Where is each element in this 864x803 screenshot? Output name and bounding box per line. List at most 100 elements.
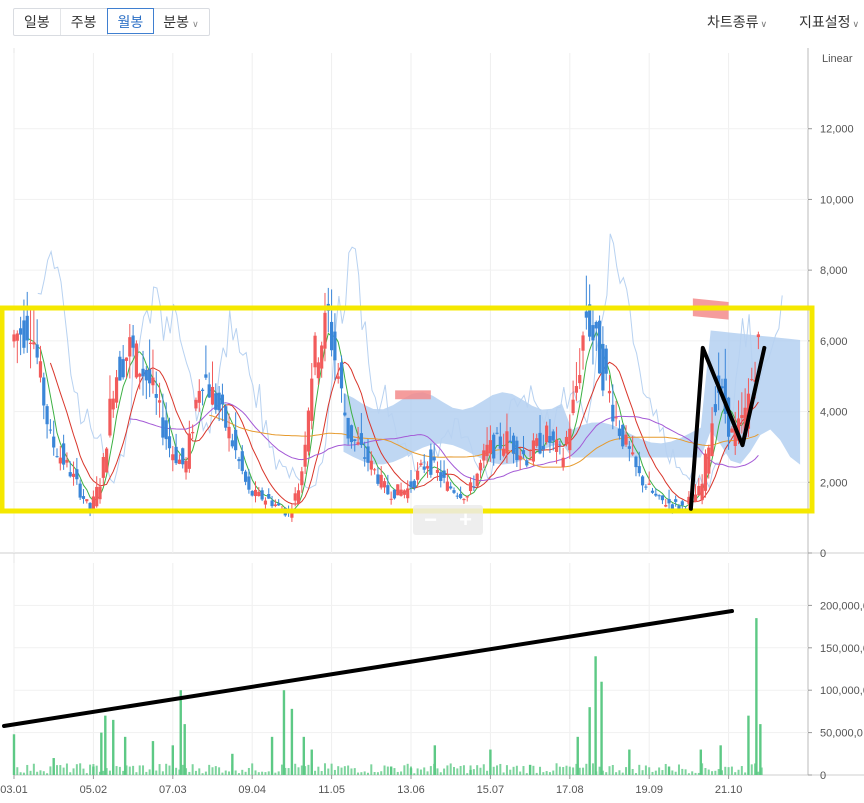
candle-body bbox=[303, 444, 307, 467]
candle-body bbox=[184, 460, 188, 473]
candle-body bbox=[492, 434, 496, 459]
candle-body bbox=[62, 443, 66, 465]
candle-body bbox=[667, 498, 671, 504]
volume-bar-minor bbox=[396, 771, 399, 775]
zoom-in-button[interactable]: + bbox=[448, 505, 483, 535]
volume-bar-minor bbox=[459, 765, 462, 775]
volume-bar-minor bbox=[648, 767, 651, 775]
volume-bar-minor bbox=[161, 771, 164, 775]
candle-body bbox=[366, 446, 370, 463]
volume-bar-minor bbox=[472, 769, 475, 775]
volume-bar-minor bbox=[357, 772, 360, 775]
volume-bar-minor bbox=[307, 764, 310, 775]
volume-bar-minor bbox=[757, 771, 760, 775]
volume-bar-minor bbox=[271, 770, 274, 775]
volume-bar bbox=[759, 724, 762, 775]
price-volume-chart[interactable]: 03.01 05.02 07.03 09.04 11.05 13.06 15.07 17.08… bbox=[0, 0, 864, 803]
volume-bar-minor bbox=[294, 763, 297, 775]
volume-bar-minor bbox=[545, 771, 548, 775]
candle-body bbox=[247, 476, 251, 490]
volume-bar-minor bbox=[393, 768, 396, 775]
candle-body bbox=[217, 392, 221, 411]
volume-bar-minor bbox=[625, 767, 628, 775]
candle-body bbox=[141, 368, 145, 377]
candle-body bbox=[237, 459, 241, 462]
volume-bar bbox=[270, 736, 274, 775]
volume-bar-minor bbox=[337, 766, 340, 775]
volume-bar-minor bbox=[72, 768, 75, 775]
candle-body bbox=[607, 390, 612, 394]
candle-body bbox=[617, 428, 622, 436]
volume-bar-minor bbox=[502, 772, 505, 775]
candle-body bbox=[545, 425, 549, 443]
candle-body bbox=[621, 424, 625, 447]
candle-body bbox=[98, 486, 102, 500]
volume-bar bbox=[104, 715, 107, 775]
volume-bar-minor bbox=[69, 772, 72, 775]
volume-bar-minor bbox=[317, 766, 320, 775]
candle-body bbox=[637, 466, 641, 474]
candle-body bbox=[657, 495, 661, 497]
candle-body bbox=[571, 399, 575, 414]
candle-body bbox=[597, 320, 602, 374]
volume-bar-minor bbox=[512, 766, 515, 775]
tab-monthly[interactable]: 월봉 bbox=[106, 8, 155, 34]
volume-bar-minor bbox=[492, 766, 495, 775]
candle-body bbox=[535, 438, 539, 446]
candle-body bbox=[310, 378, 314, 421]
volume-bar-minor bbox=[168, 765, 171, 775]
candle-body bbox=[164, 420, 168, 440]
candle-body bbox=[151, 377, 155, 386]
candle-body bbox=[19, 328, 23, 335]
candle-body bbox=[584, 311, 588, 318]
candle-body bbox=[697, 485, 701, 496]
candle-body bbox=[191, 431, 195, 434]
volume-bar-minor bbox=[135, 772, 138, 775]
volume-bar-minor bbox=[267, 771, 270, 775]
volume-bar-minor bbox=[456, 768, 459, 775]
candle-body bbox=[674, 499, 678, 502]
candle-body bbox=[293, 493, 297, 501]
volume-bar-minor bbox=[734, 772, 737, 775]
candle-body bbox=[439, 472, 443, 481]
candle-body bbox=[38, 361, 43, 378]
volume-bar-minor bbox=[740, 766, 743, 775]
volume-bar-minor bbox=[714, 770, 717, 775]
candle-body bbox=[12, 334, 16, 342]
volume-bar bbox=[183, 724, 186, 775]
volume-bar-minor bbox=[697, 772, 700, 775]
candle-body bbox=[551, 431, 555, 441]
volume-bar-minor bbox=[469, 765, 472, 775]
volume-bar-minor bbox=[360, 772, 363, 775]
volume-bar-minor bbox=[145, 771, 148, 775]
volume-bar-minor bbox=[228, 771, 231, 775]
candle-body bbox=[548, 435, 552, 443]
candle-body bbox=[148, 369, 152, 384]
candle-body bbox=[316, 362, 320, 379]
zoom-out-button[interactable]: − bbox=[413, 505, 448, 535]
volume-bar-minor bbox=[691, 771, 694, 775]
volume-bar-minor bbox=[595, 771, 598, 775]
candle-body bbox=[270, 500, 274, 507]
candle-body bbox=[601, 343, 605, 391]
volume-bar-minor bbox=[638, 764, 641, 775]
volume-bar-minor bbox=[56, 765, 59, 775]
volume-bar bbox=[179, 690, 182, 775]
volume-bar-minor bbox=[380, 771, 383, 775]
volume-bar-minor bbox=[400, 771, 403, 775]
candle-body bbox=[131, 335, 135, 348]
candle-body bbox=[75, 469, 79, 480]
candle-body bbox=[48, 429, 52, 431]
candle-body bbox=[25, 315, 29, 341]
volume-bar-minor bbox=[29, 770, 32, 775]
volume-bar-minor bbox=[65, 763, 68, 775]
volume-bar-minor bbox=[234, 770, 237, 775]
candle-body bbox=[144, 370, 148, 381]
volume-bar-minor bbox=[615, 772, 618, 775]
volume-bar-minor bbox=[214, 766, 217, 775]
volume-bar-minor bbox=[598, 766, 601, 775]
volume-bar-minor bbox=[247, 767, 250, 775]
candle-body bbox=[578, 375, 582, 384]
candle-body bbox=[157, 400, 162, 403]
candle-body bbox=[356, 442, 360, 445]
